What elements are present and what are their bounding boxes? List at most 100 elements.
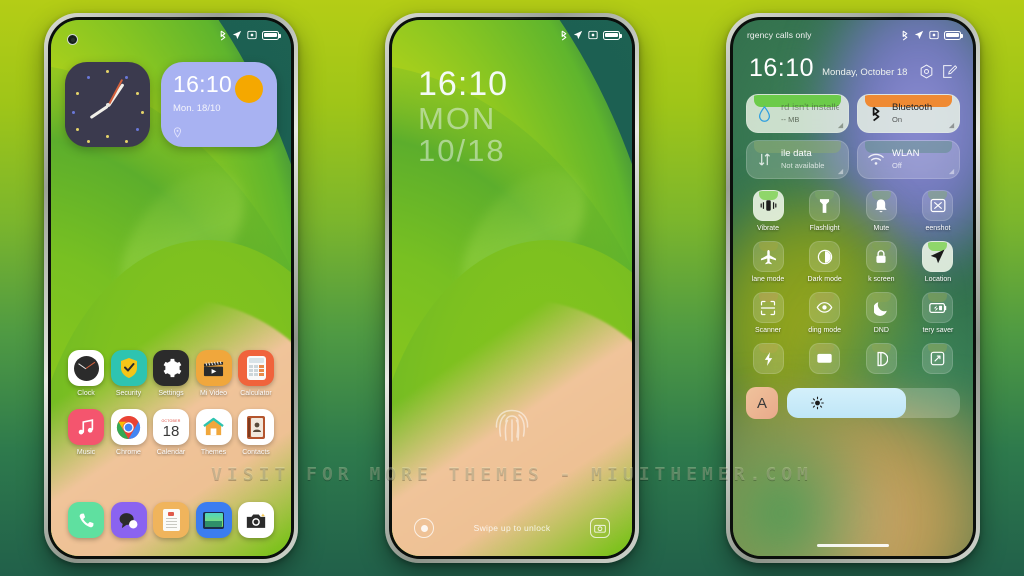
toggle-dnd[interactable]: DND [859,292,903,334]
toggle-scanner[interactable]: Scanner [746,292,790,334]
tile-wlan[interactable]: WLAN Off [857,140,960,179]
app-security[interactable]: Security [109,350,149,397]
alarm-icon [588,30,598,40]
data-arrows-icon [756,152,773,167]
water-drop-icon [756,105,773,122]
toggle-location[interactable]: Location [916,241,960,283]
control-center-header: 16:10 Monday, October 18 [749,56,957,81]
toggle-resize[interactable] [916,343,960,378]
brightness-row: A [746,387,960,419]
toggle-label: lane mode [751,276,785,283]
calendar-icon: OCTOBER 18 [153,409,189,445]
analog-clock-widget[interactable] [65,62,150,147]
settings-hex-icon[interactable] [919,64,934,79]
earpiece-speaker [807,17,899,19]
toggle-label: eenshot [925,225,951,232]
tile-text: rd isn't installed -- MB [781,103,839,124]
toggle-lock-screen[interactable]: k screen [859,241,903,283]
camera-icon[interactable] [590,518,610,538]
dock-gallery[interactable] [194,502,234,538]
cast-icon [809,343,841,374]
app-label: Music [76,449,96,456]
auto-brightness-button[interactable]: A [746,387,778,419]
battery-icon [262,30,281,40]
cc-time: 16:10 [749,54,815,82]
assistant-icon[interactable] [414,518,434,538]
toggle-quick-charge[interactable] [746,343,790,378]
app-calculator[interactable]: Calculator [236,350,276,397]
tile-title: WLAN [892,149,920,160]
scan-frame-icon [752,292,784,323]
airplane-icon [752,241,784,272]
gear-icon [153,350,189,386]
resize-icon [922,343,954,374]
toggle-battery-saver[interactable]: tery saver [916,292,960,334]
dock-phone[interactable] [66,502,106,538]
toggle-reading-mode[interactable]: ding mode [803,292,847,334]
map-pin-icon [173,127,182,138]
app-mi-video[interactable]: Mi Video [194,350,234,397]
app-music[interactable]: Music [66,409,106,456]
app-themes[interactable]: Themes [194,409,234,456]
bell-icon [865,190,897,221]
calendar-month: OCTOBER [161,418,181,423]
music-note-icon [68,409,104,445]
tile-sub: On [892,114,903,124]
app-chrome[interactable]: Chrome [109,409,149,456]
tile-bluetooth[interactable]: Bluetooth On [857,94,960,133]
dock-messages[interactable] [109,502,149,538]
toggle-dark-mode[interactable]: Dark mode [803,241,847,283]
toggle-cast[interactable] [803,343,847,378]
alarm-icon [929,30,939,40]
clapperboard-icon [195,350,232,386]
location-icon [232,30,242,40]
weather-clock-widget[interactable]: 16:10 Mon. 18/10 [161,62,277,147]
toggle-label: k screen [868,276,895,283]
app-clock[interactable]: Clock [66,350,106,397]
tile-mobile-data[interactable]: ile data Not available [746,140,849,179]
tile-title: ile data [781,149,812,160]
toggle-vibrate[interactable]: Vibrate [746,190,790,232]
app-label: Security [115,390,142,397]
toggle-row-4 [746,343,960,378]
edit-pencil-icon[interactable] [942,64,957,79]
phone-handset-icon [68,502,104,538]
front-camera-punchhole [67,34,78,45]
dock-notes[interactable] [151,502,191,538]
lockscreen-clock: 16:10 MON 10/18 [418,67,508,165]
lock-icon [865,241,897,272]
toggle-screenshot[interactable]: eenshot [916,190,960,232]
tile-data-usage[interactable]: rd isn't installed -- MB [746,94,849,133]
toggle-label: ding mode [808,327,841,334]
calendar-day: 18 [162,422,180,440]
location-icon [914,30,924,40]
toggle-mute[interactable]: Mute [859,190,903,232]
brightness-slider[interactable] [787,388,960,418]
battery-saver-icon [922,292,954,323]
app-settings[interactable]: Settings [151,350,191,397]
big-tile-row-1: rd isn't installed -- MB Bluetooth On [746,94,960,133]
dock-camera[interactable] [236,502,276,538]
toggle-row-2: lane mode Dark mode k screen Location [746,241,960,283]
sun-icon [235,75,263,103]
widget-area: 16:10 Mon. 18/10 [65,62,277,147]
app-label: Themes [200,449,227,456]
alarm-icon [247,30,257,40]
tile-text: Bluetooth On [892,103,950,124]
app-contacts[interactable]: Contacts [236,409,276,456]
control-center-body: rd isn't installed -- MB Bluetooth On [746,94,960,419]
earpiece-speaker [125,17,217,19]
home-indicator[interactable] [817,543,889,547]
toggle-label: Location [924,276,952,283]
carrier-label: rgency calls only [747,30,812,40]
ribbon-icon [865,343,897,374]
fingerprint-icon[interactable] [493,400,531,444]
app-calendar[interactable]: OCTOBER 18 Calendar [151,409,191,456]
toggle-flashlight[interactable]: Flashlight [803,190,847,232]
chrome-icon [110,409,147,445]
toggle-ribbon[interactable] [859,343,903,378]
bluetooth-icon [867,106,884,122]
toggle-label: Vibrate [756,225,780,232]
toggle-airplane-mode[interactable]: lane mode [746,241,790,283]
toggle-label: tery saver [922,327,954,334]
